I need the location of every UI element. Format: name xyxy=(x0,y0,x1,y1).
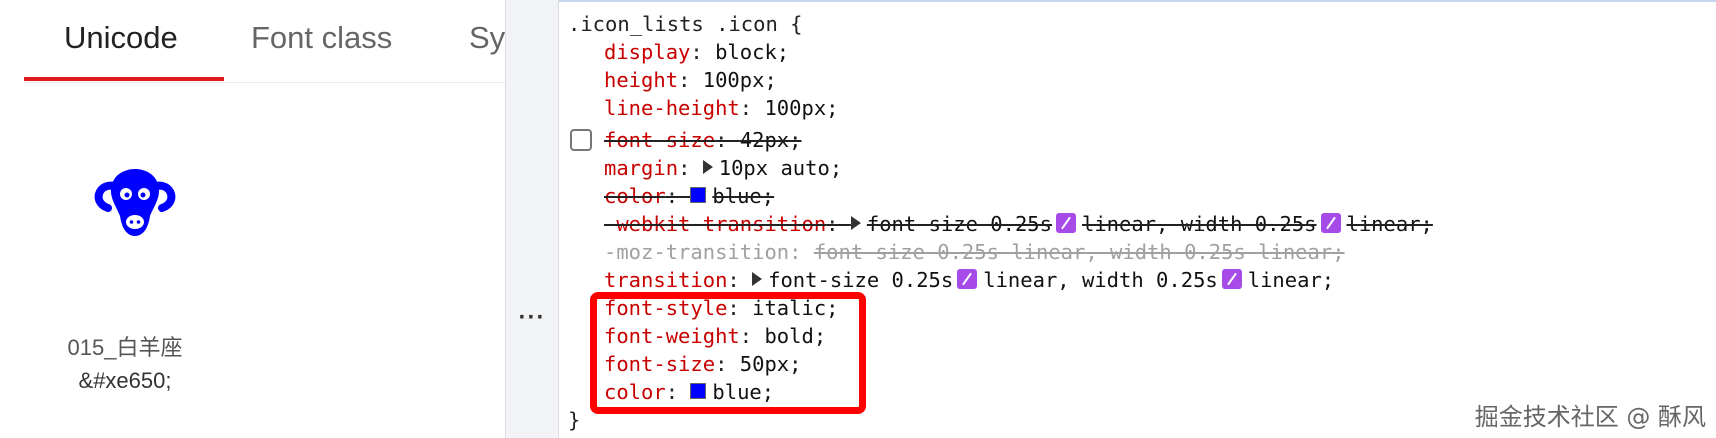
css-property: -moz-transition xyxy=(604,240,790,264)
css-declaration-overridden[interactable]: -webkit-transition: font-size 0.25s linea… xyxy=(604,210,1433,238)
icon-code-label: &#xe650; xyxy=(78,368,172,393)
css-property: line-height xyxy=(604,96,740,120)
css-declaration[interactable]: display: block; xyxy=(604,38,789,66)
color-swatch-icon[interactable] xyxy=(690,187,707,203)
css-declaration-overridden[interactable]: font-size: 42px; xyxy=(604,126,802,154)
expand-triangle-icon[interactable] xyxy=(702,160,713,174)
styles-pane: .icon_lists .icon { display: block; heig… xyxy=(559,0,1716,438)
easing-editor-icon[interactable] xyxy=(1221,269,1242,289)
css-value[interactable]: linear, width 0.25s xyxy=(1082,212,1317,236)
css-declaration-invalid[interactable]: -moz-transition: font-size 0.25s linear,… xyxy=(604,238,1345,266)
css-declaration[interactable]: margin: 10px auto; xyxy=(604,154,842,182)
css-value[interactable]: font-size 0.25s xyxy=(768,268,953,292)
ram-head-icon[interactable] xyxy=(90,160,180,240)
css-declaration[interactable]: transition: font-size 0.25s linear, width… xyxy=(604,266,1334,294)
icon-name-label: 015_白羊座 xyxy=(67,335,183,360)
css-property: margin xyxy=(604,156,679,180)
css-value[interactable]: font-size 0.25s linear, width 0.25s line… xyxy=(814,240,1345,264)
css-property: -webkit-transition xyxy=(604,212,827,236)
css-property: transition xyxy=(604,268,728,292)
css-declaration[interactable]: line-height: 100px; xyxy=(604,94,839,122)
css-value[interactable]: linear; xyxy=(1347,212,1433,236)
css-closing-brace: } xyxy=(568,408,581,432)
icon-preview-panel: Unicode Font class Sy 015_白羊座 &#xe650; xyxy=(0,0,505,438)
tab-symbol[interactable]: Sy xyxy=(469,20,505,56)
css-declaration[interactable]: height: 100px; xyxy=(604,66,777,94)
disable-declaration-checkbox[interactable] xyxy=(570,129,592,151)
easing-editor-icon[interactable] xyxy=(1056,213,1076,233)
watermark: 掘金技术社区 @ 酥风 xyxy=(1474,403,1706,431)
css-property: font-size xyxy=(604,128,716,152)
css-property: color xyxy=(604,184,666,208)
expand-triangle-icon[interactable] xyxy=(752,272,763,286)
css-value[interactable]: block; xyxy=(715,40,789,64)
tab-unicode[interactable]: Unicode xyxy=(64,20,178,56)
css-property: height xyxy=(604,68,679,92)
css-selector[interactable]: .icon_lists .icon { xyxy=(568,10,803,38)
css-declaration-overridden[interactable]: color: blue; xyxy=(604,182,774,210)
expand-triangle-icon[interactable] xyxy=(850,216,861,230)
panel-splitter[interactable]: ··· xyxy=(505,0,559,438)
css-property: display xyxy=(604,40,691,64)
highlight-box xyxy=(590,292,866,414)
css-value[interactable]: 42px; xyxy=(740,128,802,152)
tab-font-class[interactable]: Font class xyxy=(251,20,392,56)
css-value[interactable]: linear, width 0.25s xyxy=(983,268,1218,292)
css-value[interactable]: 100px; xyxy=(703,68,777,92)
css-value[interactable]: 100px; xyxy=(764,96,838,120)
css-value[interactable]: linear; xyxy=(1248,268,1334,292)
css-value[interactable]: 10px auto; xyxy=(719,156,842,180)
css-value[interactable]: blue; xyxy=(712,184,774,208)
easing-editor-icon[interactable] xyxy=(1320,213,1341,233)
easing-editor-icon[interactable] xyxy=(957,269,978,289)
active-tab-indicator xyxy=(24,77,224,81)
more-options-icon[interactable]: ··· xyxy=(506,304,558,332)
tab-bar: Unicode Font class Sy xyxy=(24,0,505,83)
css-value[interactable]: font-size 0.25s xyxy=(867,212,1052,236)
